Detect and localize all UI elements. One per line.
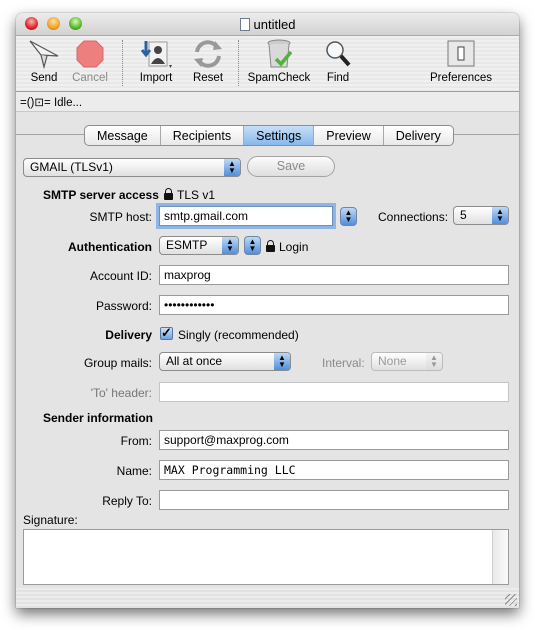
tab-preview[interactable]: Preview — [314, 126, 384, 145]
smtp-host-popup[interactable]: ▲ ▼ — [340, 207, 357, 226]
status-text: Idle... — [53, 97, 83, 109]
spamcheck-label: SpamCheck — [247, 72, 311, 84]
from-label: From: — [120, 434, 152, 448]
account-id-label: Account ID: — [89, 269, 152, 283]
smtp-access-label: SMTP server access — [43, 188, 159, 202]
toolbar-separator — [122, 40, 123, 86]
tab-bar: Message Recipients Settings Preview Deli… — [84, 125, 454, 146]
spamcheck-button[interactable]: SpamCheck — [246, 38, 312, 84]
reset-button[interactable]: Reset — [188, 38, 228, 84]
preferences-label: Preferences — [429, 72, 492, 84]
find-label: Find — [326, 72, 350, 84]
lock-icon — [266, 240, 275, 252]
interval-popup[interactable]: None ▲ ▼ — [371, 352, 443, 371]
import-contacts-icon — [139, 38, 173, 70]
interval-label: Interval: — [322, 356, 365, 370]
tls-version: TLS v1 — [177, 188, 216, 202]
connections-popup[interactable]: 5 ▲ ▼ — [453, 206, 509, 225]
toolbar-separator — [238, 40, 239, 86]
delivery-label: Delivery — [105, 328, 152, 342]
app-window: untitled Send Cancel Import Reset SpamCh… — [16, 13, 519, 608]
connections-label: Connections: — [378, 210, 449, 224]
bottom-bar — [16, 588, 519, 608]
tab-delivery[interactable]: Delivery — [384, 126, 453, 145]
title-bar[interactable]: untitled — [16, 13, 519, 36]
signature-label: Signature: — [23, 513, 78, 527]
send-label: Send — [30, 72, 58, 84]
smtp-access-value: TLS v1 — [164, 188, 215, 202]
lock-icon — [164, 188, 173, 200]
group-mails-popup[interactable]: All at once ▲ ▼ — [159, 352, 291, 371]
profile-popup-value: GMAIL (TLSv1) — [30, 160, 113, 174]
document-icon — [239, 18, 250, 31]
signature-scrollbar[interactable] — [492, 530, 508, 584]
toolbar: Send Cancel Import Reset SpamCheck Find … — [16, 36, 519, 92]
group-mails-label: Group mails: — [83, 356, 152, 370]
cancel-label: Cancel — [72, 72, 108, 84]
refresh-icon — [191, 38, 225, 70]
resize-grip-icon[interactable] — [505, 594, 517, 606]
send-button[interactable]: Send — [24, 38, 64, 84]
import-button[interactable]: Import — [134, 38, 178, 84]
popup-arrows-icon: ▲ ▼ — [492, 207, 508, 224]
popup-arrows-icon: ▲ ▼ — [222, 237, 238, 254]
connection-plug-icon: =()⊡= — [20, 97, 51, 109]
connections-value: 5 — [460, 208, 467, 222]
save-button[interactable]: Save — [247, 156, 335, 177]
reply-to-label: Reply To: — [102, 494, 152, 508]
auth-method: Login — [266, 240, 308, 254]
name-input[interactable]: MAX Programming LLC — [159, 460, 509, 480]
password-input[interactable]: •••••••••••• — [159, 295, 509, 315]
to-header-input[interactable] — [159, 382, 509, 402]
interval-value: None — [378, 354, 407, 368]
auth-method-popup[interactable]: ▲ ▼ — [244, 236, 261, 255]
authentication-popup[interactable]: ESMTP ▲ ▼ — [159, 236, 239, 255]
light-switch-icon — [444, 38, 478, 70]
sender-info-label: Sender information — [43, 411, 154, 425]
delivery-singly-checkbox[interactable]: ✓ — [160, 326, 173, 340]
authentication-value: ESMTP — [166, 238, 208, 252]
magnifying-glass-icon — [321, 38, 355, 70]
import-label: Import — [139, 72, 173, 84]
tab-message[interactable]: Message — [85, 126, 161, 145]
delivery-checkbox-label[interactable]: Singly (recommended) — [178, 328, 299, 342]
account-id-input[interactable]: maxprog — [159, 265, 509, 285]
cancel-button[interactable]: Cancel — [70, 38, 110, 84]
popup-arrows-icon: ▲ ▼ — [224, 159, 240, 176]
smtp-host-label: SMTP host: — [89, 210, 152, 224]
stop-sign-icon — [73, 38, 107, 70]
window-title: untitled — [16, 17, 519, 32]
reply-to-input[interactable] — [159, 490, 509, 510]
paper-plane-icon — [27, 38, 61, 70]
smtp-host-input[interactable]: smtp.gmail.com — [159, 206, 333, 226]
popup-arrows-icon: ▲ ▼ — [274, 353, 290, 370]
popup-arrows-icon: ▲ ▼ — [426, 353, 442, 370]
authentication-label: Authentication — [68, 240, 152, 254]
group-mails-value: All at once — [166, 354, 223, 368]
status-bar: =()⊡= Idle... — [16, 92, 519, 112]
to-header-label: 'To' header: — [90, 386, 152, 400]
tab-settings[interactable]: Settings — [244, 126, 315, 145]
profile-popup[interactable]: GMAIL (TLSv1) ▲ ▼ — [23, 158, 241, 177]
preferences-button[interactable]: Preferences — [428, 38, 494, 84]
find-button[interactable]: Find — [321, 38, 355, 84]
reset-label: Reset — [192, 72, 224, 84]
from-input[interactable]: support@maxprog.com — [159, 430, 509, 450]
signature-textarea[interactable] — [23, 529, 509, 585]
tab-recipients[interactable]: Recipients — [161, 126, 245, 145]
password-label: Password: — [95, 299, 152, 313]
trash-check-icon — [262, 38, 296, 70]
name-label: Name: — [116, 464, 152, 478]
window-title-text: untitled — [253, 17, 296, 32]
auth-method-text: Login — [279, 240, 309, 254]
